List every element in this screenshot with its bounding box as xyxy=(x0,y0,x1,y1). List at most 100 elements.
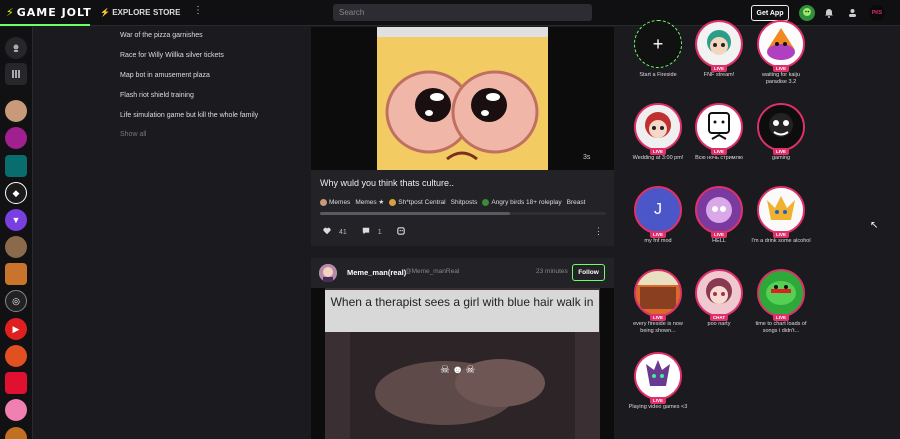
fireside-item[interactable]: LIVE waiting for kaiju paradise 3.2 xyxy=(751,20,811,86)
live-badge: LIVE xyxy=(649,397,667,404)
post-options-icon[interactable]: ⋮ xyxy=(594,226,603,237)
tag-chip[interactable]: Breast xyxy=(567,198,586,206)
fireside-item[interactable]: LIVE every fireside is now being shown... xyxy=(628,269,688,335)
search-input[interactable] xyxy=(333,4,592,21)
fireside-avatar[interactable] xyxy=(634,269,682,317)
more-vertical-icon[interactable]: ⋮ xyxy=(193,5,203,16)
like-count: 41 xyxy=(339,228,347,236)
fireside-item[interactable]: LIVE FNF stream! xyxy=(689,20,749,79)
sticker-icon[interactable] xyxy=(396,227,405,237)
community-avatar-4[interactable]: ◆ xyxy=(5,182,27,204)
community-avatar-13[interactable] xyxy=(5,427,27,439)
side-link[interactable]: Life simulation game but kill the whole … xyxy=(120,111,300,131)
community-avatar-6[interactable] xyxy=(5,236,27,258)
side-events-list: War of the pizza garnishes Race for Will… xyxy=(120,31,300,138)
store-link[interactable]: STORE xyxy=(153,8,180,17)
start-fireside-button[interactable]: + Start a Fireside xyxy=(628,20,688,79)
community-avatar-8[interactable]: ◎ xyxy=(5,290,27,312)
fireside-avatar[interactable] xyxy=(757,103,805,151)
fireside-avatar[interactable] xyxy=(695,269,743,317)
post-video-thumbnail[interactable] xyxy=(377,27,548,170)
bell-icon[interactable] xyxy=(822,6,836,20)
community-avatar-7[interactable] xyxy=(5,263,27,285)
fireside-avatar[interactable] xyxy=(634,103,682,151)
post-timestamp[interactable]: 23 minutes xyxy=(536,268,568,275)
tag-label: Shitposts xyxy=(450,198,478,206)
follow-button[interactable]: Follow xyxy=(572,264,605,281)
tag-label: Angry birds 18+ roleplay xyxy=(491,198,562,206)
live-badge: LIVE xyxy=(772,231,790,238)
live-badge: CHAT xyxy=(709,314,729,321)
live-badge: LIVE xyxy=(710,148,728,155)
live-badge: LIVE xyxy=(649,231,667,238)
get-app-button[interactable]: Get App xyxy=(751,5,789,21)
switch-community-icon[interactable] xyxy=(5,372,27,394)
fireside-label: Start a Fireside xyxy=(639,72,677,78)
friends-icon[interactable] xyxy=(845,6,859,20)
fireside-item[interactable]: CHAT poo narty xyxy=(689,269,749,328)
fireside-label: my fnf mod xyxy=(644,238,672,244)
author-handle[interactable]: @Meme_manReal xyxy=(405,268,459,275)
fireside-item[interactable]: LIVE Wedding at 3:00 pm! xyxy=(628,103,688,162)
fireside-avatar[interactable] xyxy=(634,352,682,400)
live-badge: LIVE xyxy=(710,65,728,72)
fireside-item[interactable]: LIVE time to chart loads of songs i didn'… xyxy=(751,269,811,335)
tag-chip[interactable]: Angry birds 18+ roleplay xyxy=(482,198,562,206)
tag-chip[interactable]: Sh*tpost Central xyxy=(389,198,446,206)
explore-link[interactable]: ⚡ EXPLORE xyxy=(100,8,150,17)
community-avatar-1[interactable] xyxy=(5,100,27,122)
side-link[interactable]: Flash riot shield training xyxy=(120,91,300,111)
comment-count: 1 xyxy=(377,228,382,236)
fireside-label: HELL xyxy=(712,238,726,244)
fireside-label: I'm a drink some alcohol xyxy=(751,238,811,244)
post-title[interactable]: Why wuld you think thats culture.. xyxy=(320,178,454,188)
author-username[interactable]: Meme_man(real) xyxy=(347,268,406,277)
comment-icon[interactable] xyxy=(362,227,370,237)
community-avatar-10[interactable] xyxy=(5,345,27,367)
side-link[interactable]: Race for Willy Willka silver tickets xyxy=(120,51,300,71)
activity-icon[interactable] xyxy=(5,37,27,59)
show-all-link[interactable]: Show all xyxy=(120,131,300,138)
like-icon[interactable] xyxy=(323,227,331,237)
fireside-label: gaming xyxy=(771,155,791,161)
library-icon[interactable] xyxy=(5,63,27,85)
community-avatar-5[interactable]: ▼ xyxy=(5,209,27,231)
fireside-item[interactable]: LIVE Всю ночь стримлю xyxy=(689,103,749,162)
fireside-label: every fireside is now being shown... xyxy=(633,321,683,334)
tag-chip[interactable]: Memes ★ xyxy=(355,198,384,206)
fireside-item[interactable]: J LIVE my fnf mod xyxy=(628,186,688,245)
community-avatar-3[interactable] xyxy=(5,155,27,177)
fireside-avatar[interactable] xyxy=(757,20,805,68)
fireside-avatar[interactable] xyxy=(695,103,743,151)
youtube-community-icon[interactable]: ▶ xyxy=(5,318,27,340)
tag-chip[interactable]: Shitposts xyxy=(451,198,478,206)
fireside-label: Всю ночь стримлю xyxy=(695,155,743,161)
fireside-item[interactable]: LIVE gaming xyxy=(751,103,811,162)
page-scrollbar[interactable] xyxy=(894,26,900,439)
community-avatar-2[interactable] xyxy=(5,127,27,149)
tag-chip[interactable]: Memes xyxy=(320,198,350,206)
fireside-avatar[interactable] xyxy=(695,186,743,234)
quests-icon[interactable] xyxy=(799,5,815,21)
community-avatar-12[interactable] xyxy=(5,399,27,421)
live-badge: LIVE xyxy=(649,148,667,155)
fireside-item[interactable]: LIVE I'm a drink some alcohol xyxy=(751,186,811,245)
side-link[interactable]: War of the pizza garnishes xyxy=(120,31,300,51)
community-icon xyxy=(482,198,490,206)
fireside-item[interactable]: LIVE Playing video games <3 xyxy=(628,352,688,411)
game-jolt-logo[interactable]: ⚡ GAME JOLT xyxy=(6,6,92,19)
side-link[interactable]: Map bot in amusement plaza xyxy=(120,71,300,91)
author-avatar[interactable] xyxy=(319,264,337,282)
explore-icon: ⚡ xyxy=(100,8,113,17)
fireside-avatar[interactable] xyxy=(757,186,805,234)
fireside-item[interactable]: LIVE HELL xyxy=(689,186,749,245)
tags-scroll-thumb[interactable] xyxy=(320,212,510,215)
user-avatar[interactable]: PKS xyxy=(869,5,885,21)
fireside-avatar[interactable] xyxy=(757,269,805,317)
nav-active-indicator xyxy=(0,24,90,26)
tag-label: Memes xyxy=(329,198,351,206)
fireside-avatar[interactable]: J xyxy=(634,186,682,234)
emoji-overlay: ☠☻☠ xyxy=(440,364,478,376)
fireside-avatar[interactable] xyxy=(695,20,743,68)
start-fireside-circle[interactable]: + xyxy=(634,20,682,68)
